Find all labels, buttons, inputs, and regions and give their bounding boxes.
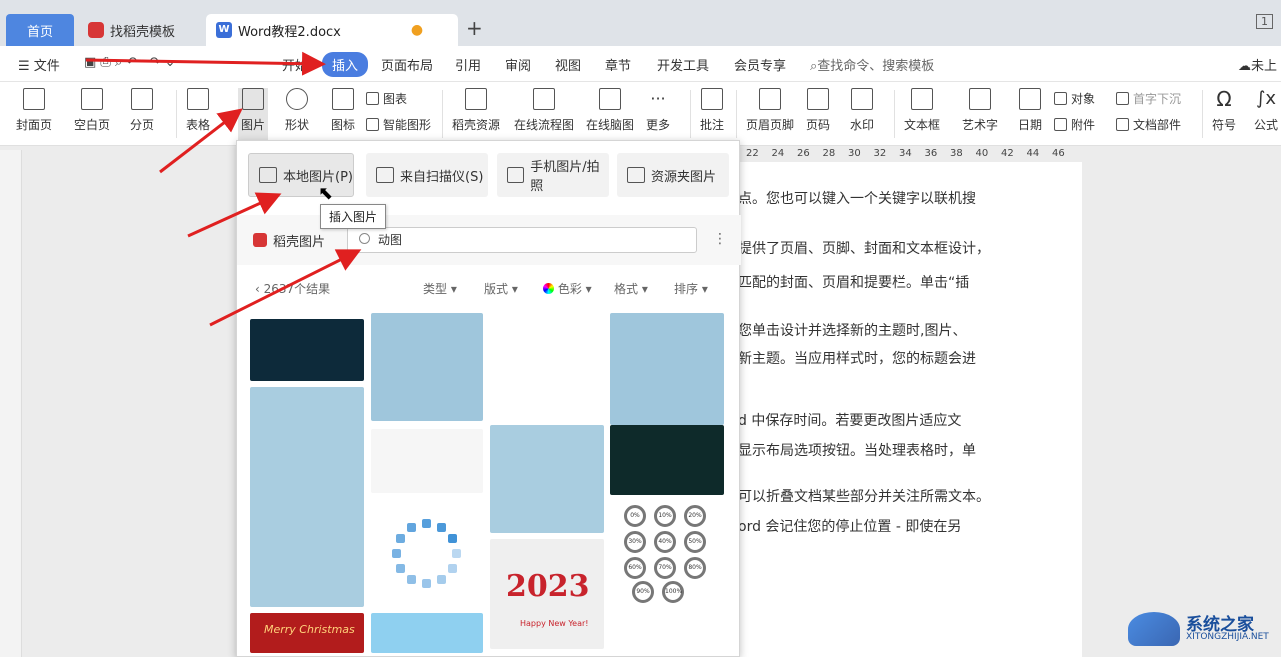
- arrow-to-picture: [159, 108, 243, 174]
- arrow-to-insert: [85, 51, 326, 76]
- annotation-arrows: [85, 51, 362, 327]
- arrow-to-search: [209, 249, 362, 327]
- arrow-to-local-picture: [187, 192, 282, 238]
